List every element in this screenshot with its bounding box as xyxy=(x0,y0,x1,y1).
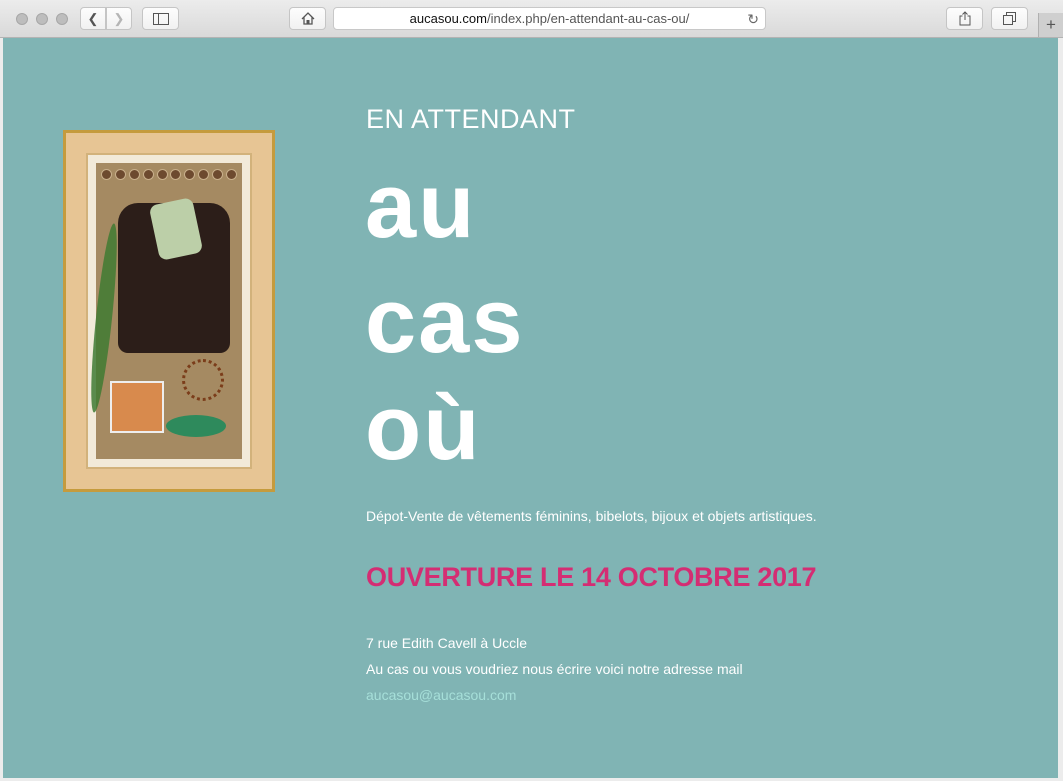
logo-line-ou: où xyxy=(365,377,482,479)
sidebar-icon xyxy=(152,12,169,25)
email-link[interactable]: aucasou@aucasou.com xyxy=(366,687,516,703)
forward-button[interactable]: ❯ xyxy=(106,7,132,30)
chevron-left-icon: ❮ xyxy=(87,10,99,26)
home-icon xyxy=(301,12,314,25)
sidebar-toggle-button[interactable] xyxy=(142,7,179,30)
zoom-window-button[interactable] xyxy=(56,13,68,25)
browser-window: ❮ ❯ aucasou.com/index.php/en-attendant-a… xyxy=(0,0,1063,781)
minimize-window-button[interactable] xyxy=(36,13,48,25)
chevron-right-icon: ❯ xyxy=(113,10,125,26)
logo-line-au: au xyxy=(365,155,477,257)
kicker-heading: EN ATTENDANT xyxy=(366,104,576,134)
framed-artwork-image xyxy=(63,130,275,492)
logo-line-cas: cas xyxy=(365,270,525,372)
mail-note: Au cas ou vous voudriez nous écrire voic… xyxy=(366,661,743,677)
browser-toolbar: ❮ ❯ aucasou.com/index.php/en-attendant-a… xyxy=(0,0,1063,38)
tabs-overview-button[interactable] xyxy=(991,7,1028,30)
shop-description: Dépot-Vente de vêtements féminins, bibel… xyxy=(366,508,817,524)
share-icon xyxy=(959,11,970,26)
back-button[interactable]: ❮ xyxy=(80,7,106,30)
opening-date-heading: OUVERTURE LE 14 OCTOBRE 2017 xyxy=(366,562,817,592)
url-path: /index.php/en-attendant-au-cas-ou/ xyxy=(486,11,690,26)
close-window-button[interactable] xyxy=(16,13,28,25)
home-button[interactable] xyxy=(289,7,326,30)
url-host: aucasou.com xyxy=(409,11,487,26)
share-button[interactable] xyxy=(946,7,983,30)
new-tab-button[interactable]: + xyxy=(1038,13,1063,37)
address-bar[interactable]: aucasou.com/index.php/en-attendant-au-ca… xyxy=(333,7,766,30)
plus-icon: + xyxy=(1046,15,1056,34)
web-page: EN ATTENDANT au cas où Dépot-Vente de vê… xyxy=(3,38,1058,778)
reload-icon[interactable]: ↻ xyxy=(747,11,759,28)
shop-address: 7 rue Edith Cavell à Uccle xyxy=(366,635,528,651)
tabs-icon xyxy=(1003,12,1016,25)
